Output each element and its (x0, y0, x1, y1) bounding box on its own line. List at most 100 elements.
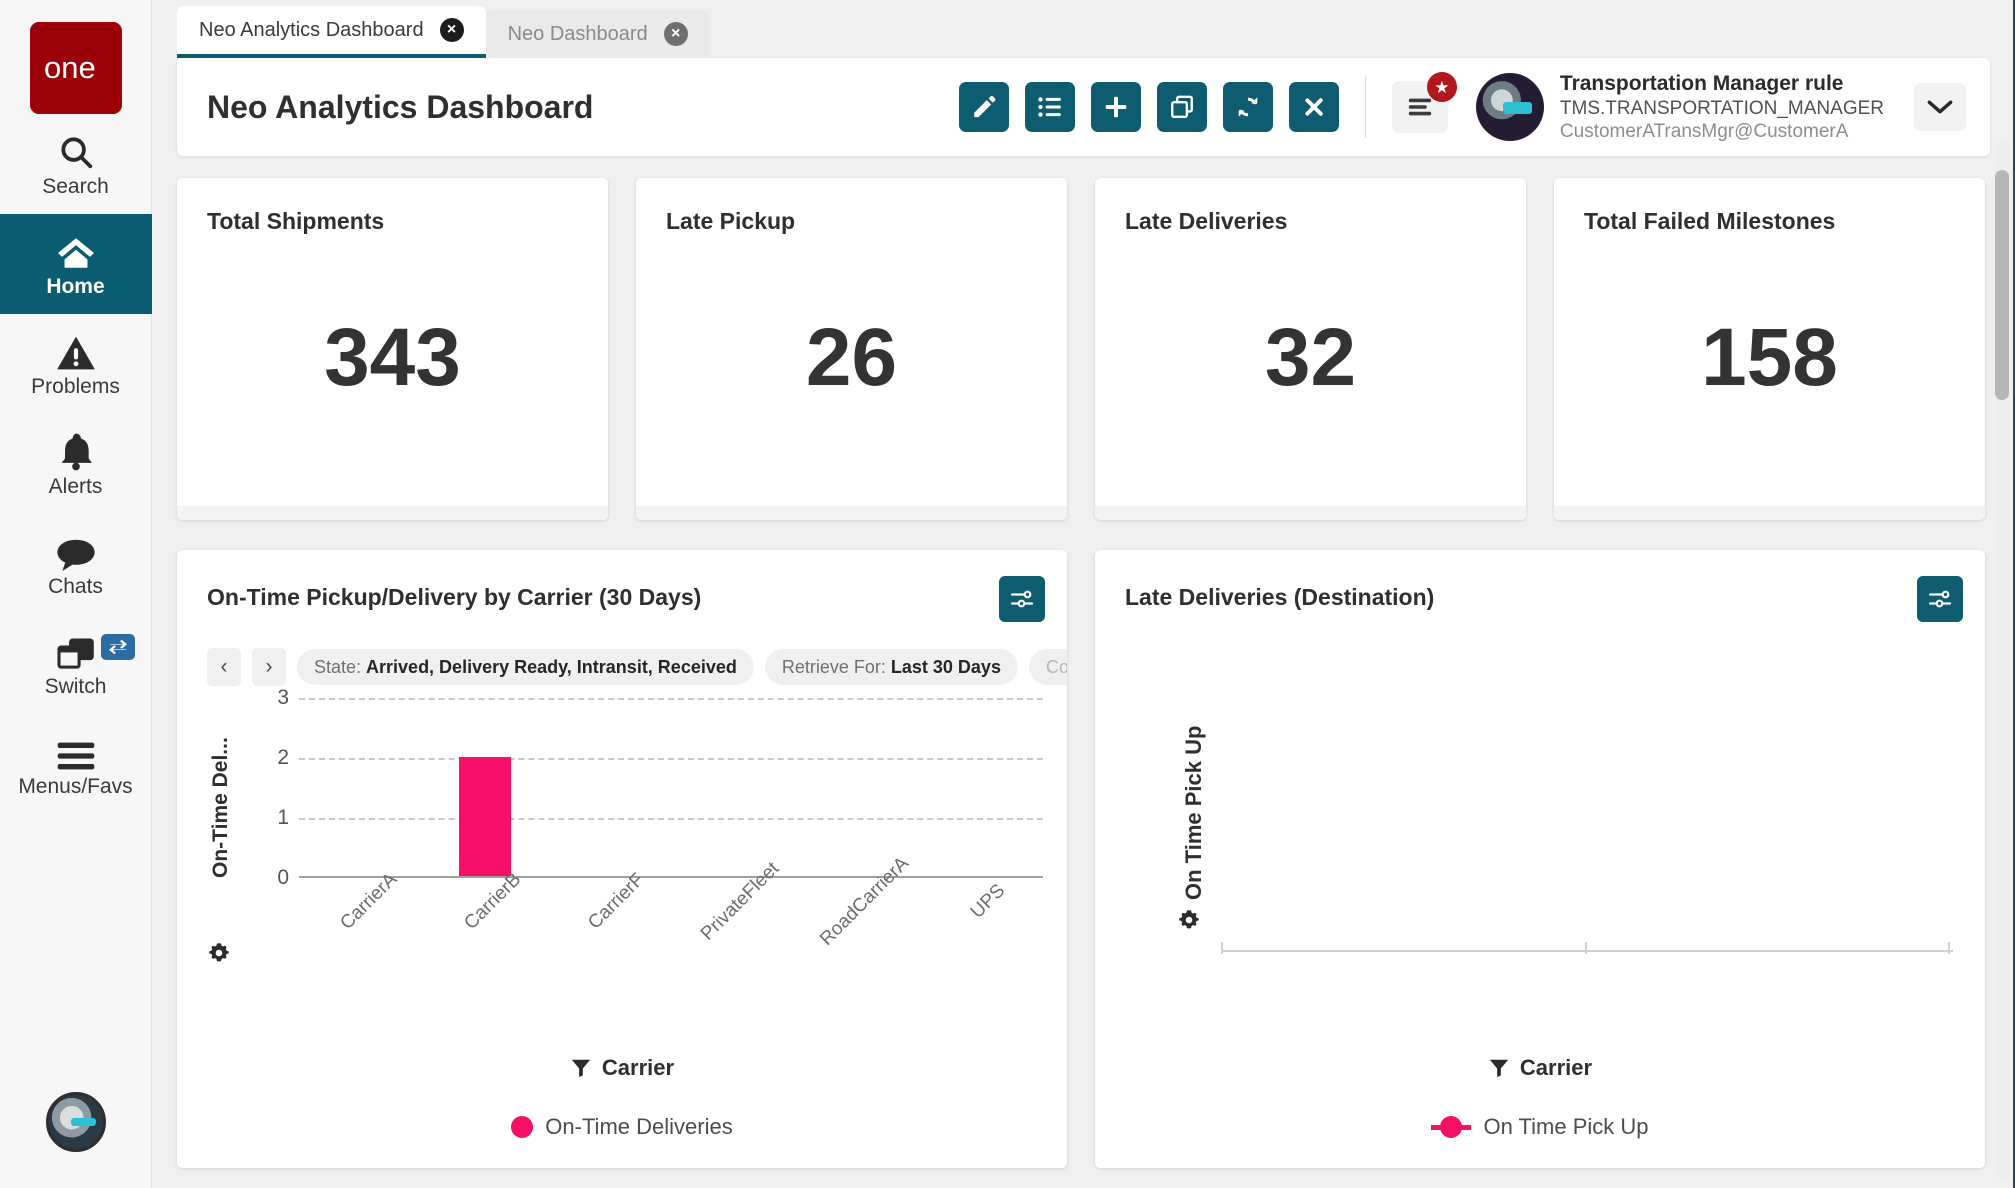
list-icon (1038, 97, 1061, 117)
x-tick-slot: UPS (919, 880, 1043, 922)
sidebar-item-home[interactable]: Home (0, 214, 152, 314)
chip-value: Arrived, Delivery Ready, Intransit, Rece… (366, 656, 737, 677)
kpi-card-total-failed-milestones[interactable]: Total Failed Milestones 158 (1554, 178, 1985, 520)
y-tick-label: 1 (277, 805, 289, 829)
kpi-row: Total Shipments 343 Late Pickup 26 Late … (177, 178, 1985, 520)
app-root: one Search Home Problems Alerts Chats Sw… (0, 0, 2015, 1188)
user-menu-button[interactable] (1914, 83, 1966, 131)
kpi-card-late-deliveries[interactable]: Late Deliveries 32 (1095, 178, 1526, 520)
tab-close-icon[interactable]: × (663, 22, 688, 46)
x-axis-line (299, 876, 1043, 878)
edit-button[interactable] (958, 82, 1009, 132)
x-axis-label-text: Carrier (601, 1055, 675, 1080)
favorites-menu-button[interactable]: ★ (1391, 72, 1457, 133)
filter-icon (571, 1059, 591, 1078)
sidebar-item-problems[interactable]: Problems (0, 314, 152, 414)
refresh-button[interactable] (1222, 82, 1273, 132)
sidebar-item-label: Search (42, 175, 109, 198)
legend-label: On-Time Deliveries (545, 1114, 733, 1139)
chart-y-axis-label: On-Time Del... (209, 737, 232, 878)
x-tick-label: CarrierA (335, 868, 401, 934)
sidebar-item-switch[interactable]: Switch (0, 614, 152, 714)
kpi-card-late-pickup[interactable]: Late Pickup 26 (636, 178, 1067, 520)
x-tick-slot: CarrierB (423, 869, 547, 934)
chart-filter-chips: ‹ › State: Arrived, Delivery Ready, Intr… (207, 648, 1067, 686)
sidebar-item-label: Switch (44, 675, 107, 698)
list-button[interactable] (1024, 82, 1075, 132)
tab-neo-analytics-dashboard[interactable]: Neo Analytics Dashboard × (177, 6, 486, 58)
user-name: Transportation Manager rule (1559, 72, 1844, 96)
bar-slot (671, 698, 795, 876)
close-button[interactable] (1288, 82, 1339, 132)
kpi-card-total-shipments[interactable]: Total Shipments 343 (177, 178, 608, 520)
filter-chip-retrieve-for[interactable]: Retrieve For: Last 30 Days (764, 649, 1018, 685)
chart-title: On-Time Pickup/Delivery by Carrier (30 D… (207, 584, 702, 610)
avatar[interactable] (1475, 73, 1544, 141)
sidebar-item-label: Home (46, 275, 105, 298)
user-info: Transportation Manager rule TMS.TRANSPOR… (1560, 71, 1884, 143)
x-axis-label-text: Carrier (1519, 1055, 1593, 1080)
x-tick-slot: PrivateFleet (671, 858, 795, 945)
tab-neo-dashboard[interactable]: Neo Dashboard × (485, 10, 710, 58)
chart-header: On-Time Pickup/Delivery by Carrier (30 D… (207, 576, 1045, 622)
sidebar-item-search[interactable]: Search (0, 114, 152, 214)
x-axis-tick (1221, 942, 1223, 954)
tab-close-icon[interactable]: × (439, 18, 464, 42)
chart-gear-icon[interactable] (207, 941, 231, 970)
x-tick-label: UPS (967, 880, 1010, 923)
menu-lines-icon (1408, 98, 1432, 116)
robot-avatar-icon[interactable] (45, 1092, 106, 1152)
x-tick-label: CarrierF (584, 869, 649, 934)
warning-icon (56, 329, 96, 371)
chips-prev-button[interactable]: ‹ (207, 648, 241, 686)
kpi-title: Total Failed Milestones (1584, 208, 1836, 234)
y-tick-label: 0 (277, 866, 289, 889)
main-column: Neo Analytics Dashboard × Neo Dashboard … (152, 0, 2015, 1188)
bar-slot (547, 698, 671, 876)
bar-series (299, 698, 1043, 876)
header-toolbar (958, 82, 1339, 132)
filter-chip-state[interactable]: State: Arrived, Delivery Ready, Intransi… (297, 649, 754, 685)
line-chart-plot: On Time Pick Up (1125, 650, 1963, 1070)
hamburger-icon (56, 729, 96, 771)
svg-text:one: one (44, 51, 96, 85)
switch-icon (55, 629, 97, 671)
y-tick-label: 3 (277, 686, 289, 709)
chart-gear-icon[interactable] (1177, 908, 1201, 937)
home-icon (55, 229, 97, 271)
vertical-scrollbar[interactable] (1995, 140, 2009, 1180)
chart-settings-button[interactable] (999, 576, 1045, 622)
chart-legend: On-Time Deliveries (177, 1114, 1067, 1140)
chart-settings-button[interactable] (1917, 576, 1963, 622)
chart-row: On-Time Pickup/Delivery by Carrier (30 D… (177, 550, 1985, 1168)
bar[interactable] (459, 757, 511, 876)
duplicate-button[interactable] (1156, 82, 1207, 132)
x-tick-label: CarrierB (459, 868, 525, 934)
sidebar-item-alerts[interactable]: Alerts (0, 414, 152, 514)
legend-marker[interactable] (511, 1116, 534, 1138)
chips-next-button[interactable]: › (252, 648, 286, 686)
bar-slot (795, 698, 919, 876)
chart-footer: Carrier On-Time Deliveries (177, 1055, 1067, 1140)
page-header: Neo Analytics Dashboard ★ Transportation… (177, 58, 1990, 156)
pencil-icon (974, 95, 996, 118)
legend-marker[interactable] (1431, 1116, 1472, 1138)
sidebar-item-label: Chats (48, 575, 103, 598)
sidebar-item-label: Menus/Favs (18, 775, 133, 798)
user-login: CustomerATransMgr@CustomerA (1559, 120, 1849, 142)
filter-chip-truncated[interactable]: Cor (1028, 649, 1067, 685)
search-icon (57, 129, 95, 171)
sidebar-item-chats[interactable]: Chats (0, 514, 152, 614)
close-icon (1305, 98, 1323, 116)
one-network-logo[interactable]: one (29, 22, 122, 114)
x-axis-tick (1585, 942, 1587, 954)
chat-icon (55, 529, 97, 571)
sidebar-item-menus-favs[interactable]: Menus/Favs (0, 714, 152, 814)
refresh-icon (1238, 97, 1258, 117)
scrollbar-thumb[interactable] (1995, 170, 2009, 400)
chart-header: Late Deliveries (Destination) (1125, 576, 1963, 622)
switch-toggle-badge[interactable] (100, 634, 135, 660)
add-button[interactable] (1090, 82, 1141, 132)
x-axis-line (1221, 950, 1953, 952)
sliders-icon (1928, 590, 1952, 608)
